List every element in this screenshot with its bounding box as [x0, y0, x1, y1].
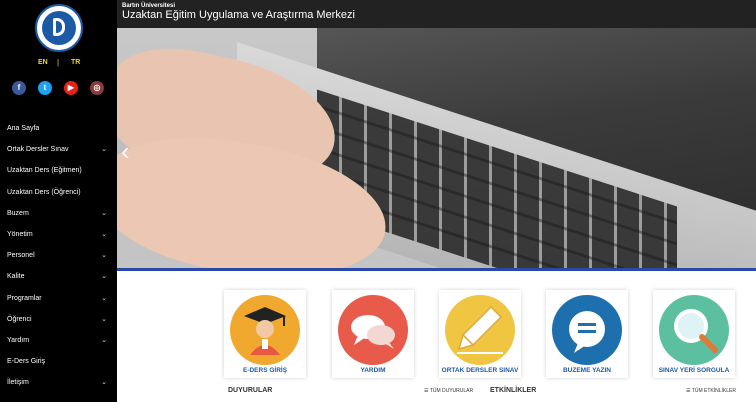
- card-e-ders-giris[interactable]: E-DERS GİRİŞ: [224, 290, 306, 378]
- sidebar-item-ogrenci[interactable]: Öğrenci ⌄: [0, 309, 117, 330]
- announcements-heading: DUYURULAR: [228, 387, 273, 394]
- card-label: BUZEME YAZIN: [562, 367, 612, 374]
- message-icon: [552, 295, 622, 365]
- sidebar-item-iletisim[interactable]: İletişim ⌄: [0, 372, 117, 393]
- sidebar-item-kalite[interactable]: Kalite ⌄: [0, 266, 117, 287]
- card-sinav-yeri-sorgula[interactable]: SINAV YERİ SORGULA: [653, 290, 735, 378]
- facebook-icon[interactable]: f: [12, 81, 26, 95]
- chevron-down-icon: ⌄: [101, 209, 107, 217]
- chevron-down-icon: ⌄: [101, 230, 107, 238]
- sidebar-item-ana-sayfa[interactable]: Ana Sayfa: [0, 118, 117, 139]
- sidebar-item-uzaktan-ders-egitmen[interactable]: Uzaktan Ders (Eğitmen): [0, 160, 117, 181]
- chevron-down-icon: ⌄: [101, 252, 107, 260]
- hero-divider: [117, 268, 756, 271]
- chevron-down-icon: ⌄: [101, 379, 107, 387]
- card-label: ORTAK DERSLER SINAV: [441, 367, 519, 374]
- language-en-link[interactable]: EN: [38, 59, 48, 66]
- slide-image: [117, 28, 756, 268]
- youtube-icon[interactable]: ▶: [64, 81, 78, 95]
- sidebar-item-programlar[interactable]: Programlar ⌄: [0, 288, 117, 309]
- magnifier-icon: [659, 295, 729, 365]
- all-announcements-link[interactable]: ☰ TÜM DUYURULAR: [424, 388, 473, 394]
- instagram-icon[interactable]: ◎: [90, 81, 104, 95]
- card-ortak-dersler-sinav[interactable]: ORTAK DERSLER SINAV: [439, 290, 521, 378]
- language-tr-link[interactable]: TR: [71, 59, 80, 66]
- hero-slider: ‹: [117, 28, 756, 268]
- sidebar: EN | TR f t ▶ ◎ Ana Sayfa Ortak Dersler …: [0, 0, 117, 402]
- events-heading: ETKİNLİKLER: [490, 387, 537, 394]
- sidebar-menu: Ana Sayfa Ortak Dersler Sınav ⌄ Uzaktan D…: [0, 118, 117, 393]
- logo-letter-b-icon: [53, 18, 65, 36]
- chevron-down-icon: ⌄: [101, 315, 107, 323]
- logo-emblem: [42, 11, 76, 45]
- card-label: E-DERS GİRİŞ: [242, 367, 288, 374]
- university-logo[interactable]: [35, 4, 83, 52]
- sidebar-item-yonetim[interactable]: Yönetim ⌄: [0, 224, 117, 245]
- card-label: YARDIM: [360, 367, 386, 374]
- sidebar-item-ortak-dersler-sinav[interactable]: Ortak Dersler Sınav ⌄: [0, 139, 117, 160]
- sidebar-item-yardim[interactable]: Yardım ⌄: [0, 330, 117, 351]
- chevron-down-icon: ⌄: [101, 146, 107, 154]
- chat-bubbles-icon: [338, 295, 408, 365]
- chevron-down-icon: ⌄: [101, 336, 107, 344]
- card-buzeme-yazin[interactable]: BUZEME YAZIN: [546, 290, 628, 378]
- card-label: SINAV YERİ SORGULA: [658, 367, 730, 374]
- all-events-link[interactable]: ☰ TÜM ETKİNLİKLER: [686, 388, 736, 394]
- slider-dots: [469, 260, 490, 268]
- graduate-icon: [230, 295, 300, 365]
- chevron-down-icon: ⌄: [101, 273, 107, 281]
- chevron-down-icon: ⌄: [101, 294, 107, 302]
- pencil-icon: [445, 295, 515, 365]
- card-yardim[interactable]: YARDIM: [332, 290, 414, 378]
- sidebar-item-e-ders-giris[interactable]: E-Ders Giriş: [0, 351, 117, 372]
- sidebar-item-uzaktan-ders-ogrenci[interactable]: Uzaktan Ders (Öğrenci): [0, 182, 117, 203]
- sidebar-item-buzem[interactable]: Buzem ⌄: [0, 203, 117, 224]
- site-title[interactable]: Uzaktan Eğitim Uygulama ve Araştırma Mer…: [122, 9, 355, 21]
- language-separator: |: [57, 58, 60, 67]
- sidebar-item-personel[interactable]: Personel ⌄: [0, 245, 117, 266]
- slider-prev-arrow-icon[interactable]: ‹: [121, 136, 130, 167]
- twitter-icon[interactable]: t: [38, 81, 52, 95]
